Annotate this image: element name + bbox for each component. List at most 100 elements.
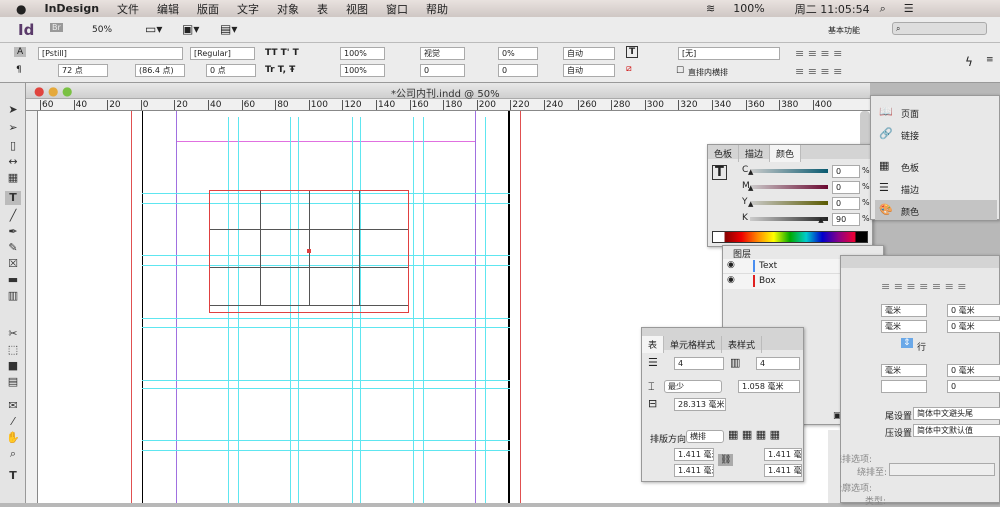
direction-dropdown[interactable]: 横排	[686, 430, 724, 443]
dock-item-pages[interactable]: 📖 页面	[875, 102, 997, 122]
menu-table[interactable]: 表	[317, 1, 328, 17]
stepper[interactable]: ⇕	[901, 338, 913, 348]
indent-right-field[interactable]: 毫米	[881, 320, 927, 333]
menu-edit[interactable]: 编辑	[157, 1, 179, 17]
character-mode-icon[interactable]: A	[14, 47, 27, 57]
menu-help[interactable]: 帮助	[426, 1, 448, 17]
mojikumi-dropdown[interactable]: 简体中文默认值	[913, 424, 1000, 437]
menu-layout[interactable]: 版面	[197, 1, 219, 17]
space-before-field[interactable]: 毫米	[881, 364, 927, 377]
paragraph-mode-icon[interactable]: ¶	[16, 65, 22, 75]
clock[interactable]: 周二 11:05:54	[795, 1, 870, 17]
layer-name[interactable]: Text	[759, 261, 777, 271]
drop-cap-chars[interactable]: 0	[947, 380, 1000, 393]
stroke-none-icon[interactable]: ⧄	[626, 64, 632, 74]
vertical-ruler[interactable]	[26, 111, 38, 503]
battery-status[interactable]: 100%	[733, 2, 764, 15]
font-family-field[interactable]: [Pstill]	[38, 47, 183, 60]
dock-item-stroke[interactable]: ☰ 描边	[875, 178, 997, 198]
arrange-documents-icon[interactable]: ▤▾	[220, 22, 237, 36]
inset-left-field[interactable]: 1.411 毫米	[764, 448, 802, 461]
hand-tool-icon[interactable]: ✋	[5, 431, 21, 445]
table-tool-icon[interactable]: ▥	[5, 289, 21, 303]
tab-color[interactable]: 颜色	[770, 145, 802, 162]
menu-file[interactable]: 文件	[117, 1, 139, 17]
vertical-scale-field[interactable]: 100%	[340, 47, 385, 60]
gradient-swatch-icon[interactable]: ■	[5, 359, 21, 373]
slider-thumb[interactable]: ▲	[748, 200, 753, 208]
menu-type[interactable]: 文字	[237, 1, 259, 17]
dock-item-swatches[interactable]: ▦ 色板	[875, 156, 997, 176]
small-caps-icon[interactable]: Tr T, Ŧ	[265, 65, 295, 75]
baseline-shift-field[interactable]: 0 点	[206, 64, 256, 77]
rows-field[interactable]: 4	[674, 357, 724, 370]
fill-stroke-proxy-icon[interactable]: T	[712, 165, 727, 180]
channel-slider[interactable]	[750, 201, 828, 205]
row-height-field[interactable]: 1.058 毫米	[738, 380, 800, 393]
dock-item-links[interactable]: 🔗 链接	[875, 124, 997, 144]
spotlight-icon[interactable]: ⌕	[880, 2, 886, 16]
tab-cell-styles[interactable]: 单元格样式	[664, 336, 723, 353]
page-tool-icon[interactable]: ▯	[5, 139, 21, 153]
wifi-icon[interactable]: ≋	[706, 2, 715, 15]
note-tool-icon[interactable]: ✉	[5, 399, 21, 413]
app-menu[interactable]: InDesign	[44, 2, 99, 15]
layer-name[interactable]: Box	[759, 276, 776, 286]
rectangle-tool-icon[interactable]: ▬	[5, 273, 21, 287]
line-tool-icon[interactable]: ╱	[5, 209, 21, 223]
align-buttons[interactable]: ≡ ≡ ≡ ≡	[795, 47, 842, 60]
char-style-dropdown[interactable]: [无]	[678, 47, 780, 60]
zoom-tool-icon[interactable]: ⌕	[5, 447, 21, 461]
rectangle-frame-icon[interactable]: ☒	[5, 257, 21, 271]
horizontal-scale-field[interactable]: 100%	[340, 64, 385, 77]
channel-value-field[interactable]: 0	[832, 181, 860, 194]
bridge-button[interactable]: Br	[50, 23, 63, 32]
slider-thumb[interactable]: ▲	[748, 168, 753, 176]
wrap-to-dropdown[interactable]	[889, 463, 995, 476]
channel-value-field[interactable]: 0	[832, 197, 860, 210]
columns-field[interactable]: 4	[756, 357, 800, 370]
drop-cap-value[interactable]: 0 毫米	[947, 364, 1000, 377]
column-width-field[interactable]: 28.313 毫米	[674, 398, 726, 411]
space-after-value[interactable]: 0 毫米	[947, 320, 1000, 333]
tab-table-styles[interactable]: 表样式	[722, 336, 763, 353]
gap-tool-icon[interactable]: ↔	[5, 155, 21, 169]
zoom-window-button[interactable]: ●	[62, 84, 72, 98]
close-window-button[interactable]: ●	[34, 84, 44, 98]
menu-view[interactable]: 视图	[346, 1, 368, 17]
menu-object[interactable]: 对象	[277, 1, 299, 17]
font-size-field[interactable]: 72 点	[58, 64, 108, 77]
alignment-icons[interactable]: ≡ ≡ ≡ ≡ ≡ ≡ ≡	[881, 280, 967, 293]
font-style-field[interactable]: [Regular]	[190, 47, 255, 60]
vertical-in-horizontal-checkbox[interactable]: ☐	[676, 66, 684, 76]
cell-inset-layout-icons[interactable]: ▦ ▦ ▦ ▦	[728, 428, 780, 441]
slider-thumb[interactable]: ▲	[748, 184, 753, 192]
eyedropper-icon[interactable]: ⁄	[5, 415, 21, 429]
visibility-eye-icon[interactable]: ◉	[727, 275, 735, 285]
baseline-field[interactable]: 0	[498, 64, 538, 77]
channel-slider[interactable]	[750, 185, 828, 189]
content-collector-icon[interactable]: ▦	[5, 171, 21, 185]
zoom-dropdown[interactable]: 50%	[92, 25, 112, 35]
panel-menu-icon[interactable]: ≡	[986, 55, 994, 65]
channel-slider[interactable]	[750, 169, 828, 173]
tab-swatches[interactable]: 色板	[708, 145, 740, 162]
inset-right-field[interactable]: 1.411 毫米	[764, 464, 802, 477]
scissors-icon[interactable]: ✂	[5, 327, 21, 341]
workspace-switcher[interactable]: 基本功能	[828, 25, 860, 36]
kerning-field[interactable]: 视觉	[420, 47, 465, 60]
row-height-mode-dropdown[interactable]: 最少	[664, 380, 722, 393]
gradient-feather-icon[interactable]: ▤	[5, 375, 21, 389]
dock-item-color[interactable]: 🎨 颜色	[875, 200, 997, 220]
free-transform-icon[interactable]: ⬚	[5, 343, 21, 357]
kinsoku-dropdown[interactable]: 简体中文避头尾	[913, 407, 1000, 420]
help-search-input[interactable]: ⌕	[892, 22, 987, 35]
view-options-icon[interactable]: ▭▾	[145, 22, 162, 36]
quick-apply-icon[interactable]: ϟ	[965, 55, 973, 69]
notification-icon[interactable]: ☰	[904, 2, 914, 15]
tab-stroke[interactable]: 描边	[739, 145, 771, 162]
channel-value-field[interactable]: 0	[832, 165, 860, 178]
selection-tool-icon[interactable]: ➤	[5, 103, 21, 117]
link-insets-icon[interactable]: ⛓	[718, 454, 734, 466]
tab-table[interactable]: 表	[642, 336, 665, 353]
